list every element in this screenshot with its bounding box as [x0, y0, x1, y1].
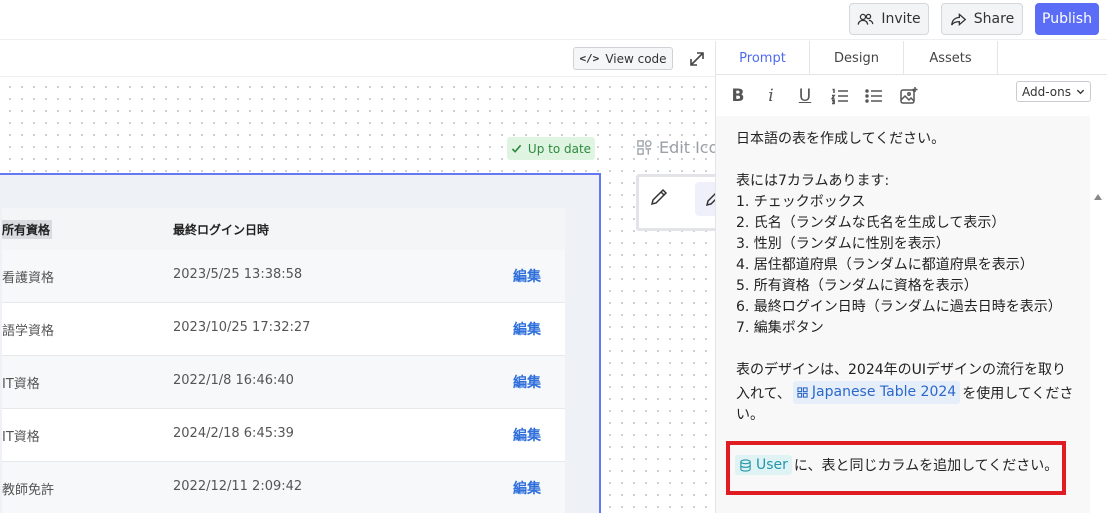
- tab-prompt[interactable]: Prompt: [716, 41, 810, 75]
- bullet-list-button[interactable]: [863, 85, 885, 107]
- users-icon: [857, 13, 874, 25]
- chevron-down-icon: [1076, 89, 1085, 95]
- prompt-list-item: 4. 居住都道府県（ランダムに都道府県を表示）: [736, 257, 1034, 273]
- top-bar: Invite Share Publish: [0, 0, 1107, 40]
- prompt-design-paragraph: 表のデザインは、2024年のUIデザインの流行を取り入れて、 Japanese T…: [736, 360, 1076, 426]
- scroll-up-icon[interactable]: [1094, 194, 1102, 200]
- panel-tabs: Prompt Design Assets: [716, 41, 1107, 75]
- user-data-chip[interactable]: User: [735, 455, 792, 475]
- edit-link[interactable]: 編集: [513, 266, 541, 286]
- cell-qualification: IT資格: [2, 377, 40, 392]
- prompt-list-item: 1. チェックボックス: [736, 194, 866, 210]
- addons-label: Add-ons: [1022, 84, 1071, 99]
- edit-link[interactable]: 編集: [513, 319, 541, 339]
- share-icon: [950, 12, 967, 26]
- view-code-button[interactable]: </> View code: [573, 47, 673, 70]
- prompt-line: 表には7カラムあります:: [736, 173, 890, 189]
- invite-button[interactable]: Invite: [849, 3, 929, 35]
- publish-label: Publish: [1042, 11, 1092, 27]
- prompt-user-post: に、表と同じカラムを追加してください。: [793, 458, 1059, 474]
- status-badge: Up to date: [507, 137, 595, 160]
- table-frame[interactable]: 所有資格 最終ログイン日時 看護資格 2023/5/25 13:38:58 編集…: [0, 173, 601, 513]
- underline-button[interactable]: U: [794, 85, 816, 107]
- prompt-line: 日本語の表を作成してください。: [736, 131, 946, 147]
- cell-qualification: 語学資格: [2, 324, 55, 339]
- user-table: 所有資格 最終ログイン日時 看護資格 2023/5/25 13:38:58 編集…: [2, 208, 565, 513]
- cell-qualification: 教師免許: [2, 483, 55, 498]
- cell-qualification: IT資格: [2, 430, 40, 445]
- tab-design[interactable]: Design: [810, 41, 904, 75]
- prompt-list-item: 5. 所有資格（ランダムに資格を表示）: [736, 278, 978, 294]
- user-chip-label: User: [756, 457, 788, 473]
- ordered-list-icon: [830, 88, 848, 105]
- addons-dropdown[interactable]: Add-ons: [1016, 81, 1091, 102]
- design-chip-label: Japanese Table 2024: [811, 384, 957, 400]
- prompt-list-item: 6. 最終ログイン日時（ランダムに過去日時を表示）: [736, 299, 1062, 315]
- image-add-icon: [900, 87, 918, 104]
- check-icon: [511, 144, 522, 153]
- ordered-list-button[interactable]: [829, 85, 851, 107]
- header-last-login: 最終ログイン日時: [173, 223, 270, 237]
- share-label: Share: [973, 11, 1015, 27]
- cell-last-login: 2023/10/25 17:32:27: [173, 320, 311, 335]
- design-canvas[interactable]: </> View code Up to date Edit Icon 所有資格 …: [0, 41, 746, 513]
- invite-label: Invite: [881, 11, 921, 27]
- add-image-button[interactable]: [898, 85, 920, 107]
- prompt-list-item: 2. 氏名（ランダムな氏名を生成して表示）: [736, 215, 1006, 231]
- design-reference-chip[interactable]: Japanese Table 2024: [792, 381, 961, 404]
- tab-assets[interactable]: Assets: [904, 41, 998, 75]
- cell-qualification: 看護資格: [2, 271, 55, 286]
- cell-last-login: 2022/12/11 2:09:42: [173, 479, 303, 494]
- bullet-list-icon: [865, 89, 882, 103]
- publish-button[interactable]: Publish: [1035, 3, 1099, 35]
- bold-button[interactable]: B: [727, 85, 749, 107]
- table-row: 語学資格 2023/10/25 17:32:27 編集: [2, 303, 565, 356]
- cell-last-login: 2023/5/25 13:38:58: [173, 267, 303, 282]
- prompt-list-item: 3. 性別（ランダムに性別を表示）: [736, 236, 950, 252]
- edit-link[interactable]: 編集: [513, 425, 541, 445]
- prompt-user-line: User に、表と同じカラムを追加してください。: [735, 455, 1058, 475]
- table-header: 所有資格 最終ログイン日時: [2, 208, 565, 250]
- table-row: IT資格 2022/1/8 16:46:40 編集: [2, 356, 565, 409]
- pencil-icon[interactable]: [649, 187, 669, 207]
- canvas-toolbar: </> View code: [0, 41, 715, 77]
- cell-last-login: 2022/1/8 16:46:40: [173, 373, 294, 388]
- database-icon: [740, 458, 751, 472]
- shapes-icon: [637, 140, 652, 155]
- cell-last-login: 2024/2/18 6:45:39: [173, 426, 294, 441]
- edit-link[interactable]: 編集: [513, 478, 541, 498]
- italic-button[interactable]: i: [760, 85, 782, 107]
- prompt-list-item: 7. 編集ボタン: [736, 320, 824, 336]
- edit-link[interactable]: 編集: [513, 372, 541, 392]
- prompt-text: 日本語の表を作成してください。 表には7カラムあります: 1. チェックボックス…: [736, 129, 1076, 426]
- expand-icon[interactable]: [687, 49, 707, 69]
- code-icon: </>: [579, 52, 600, 65]
- components-icon: [797, 387, 808, 398]
- table-row: 看護資格 2023/5/25 13:38:58 編集: [2, 250, 565, 303]
- table-row: 教師免許 2022/12/11 2:09:42 編集: [2, 462, 565, 513]
- share-button[interactable]: Share: [941, 3, 1023, 35]
- table-row: IT資格 2024/2/18 6:45:39 編集: [2, 409, 565, 462]
- status-label: Up to date: [527, 141, 592, 156]
- view-code-label: View code: [605, 51, 667, 66]
- header-qualification: 所有資格: [2, 220, 53, 239]
